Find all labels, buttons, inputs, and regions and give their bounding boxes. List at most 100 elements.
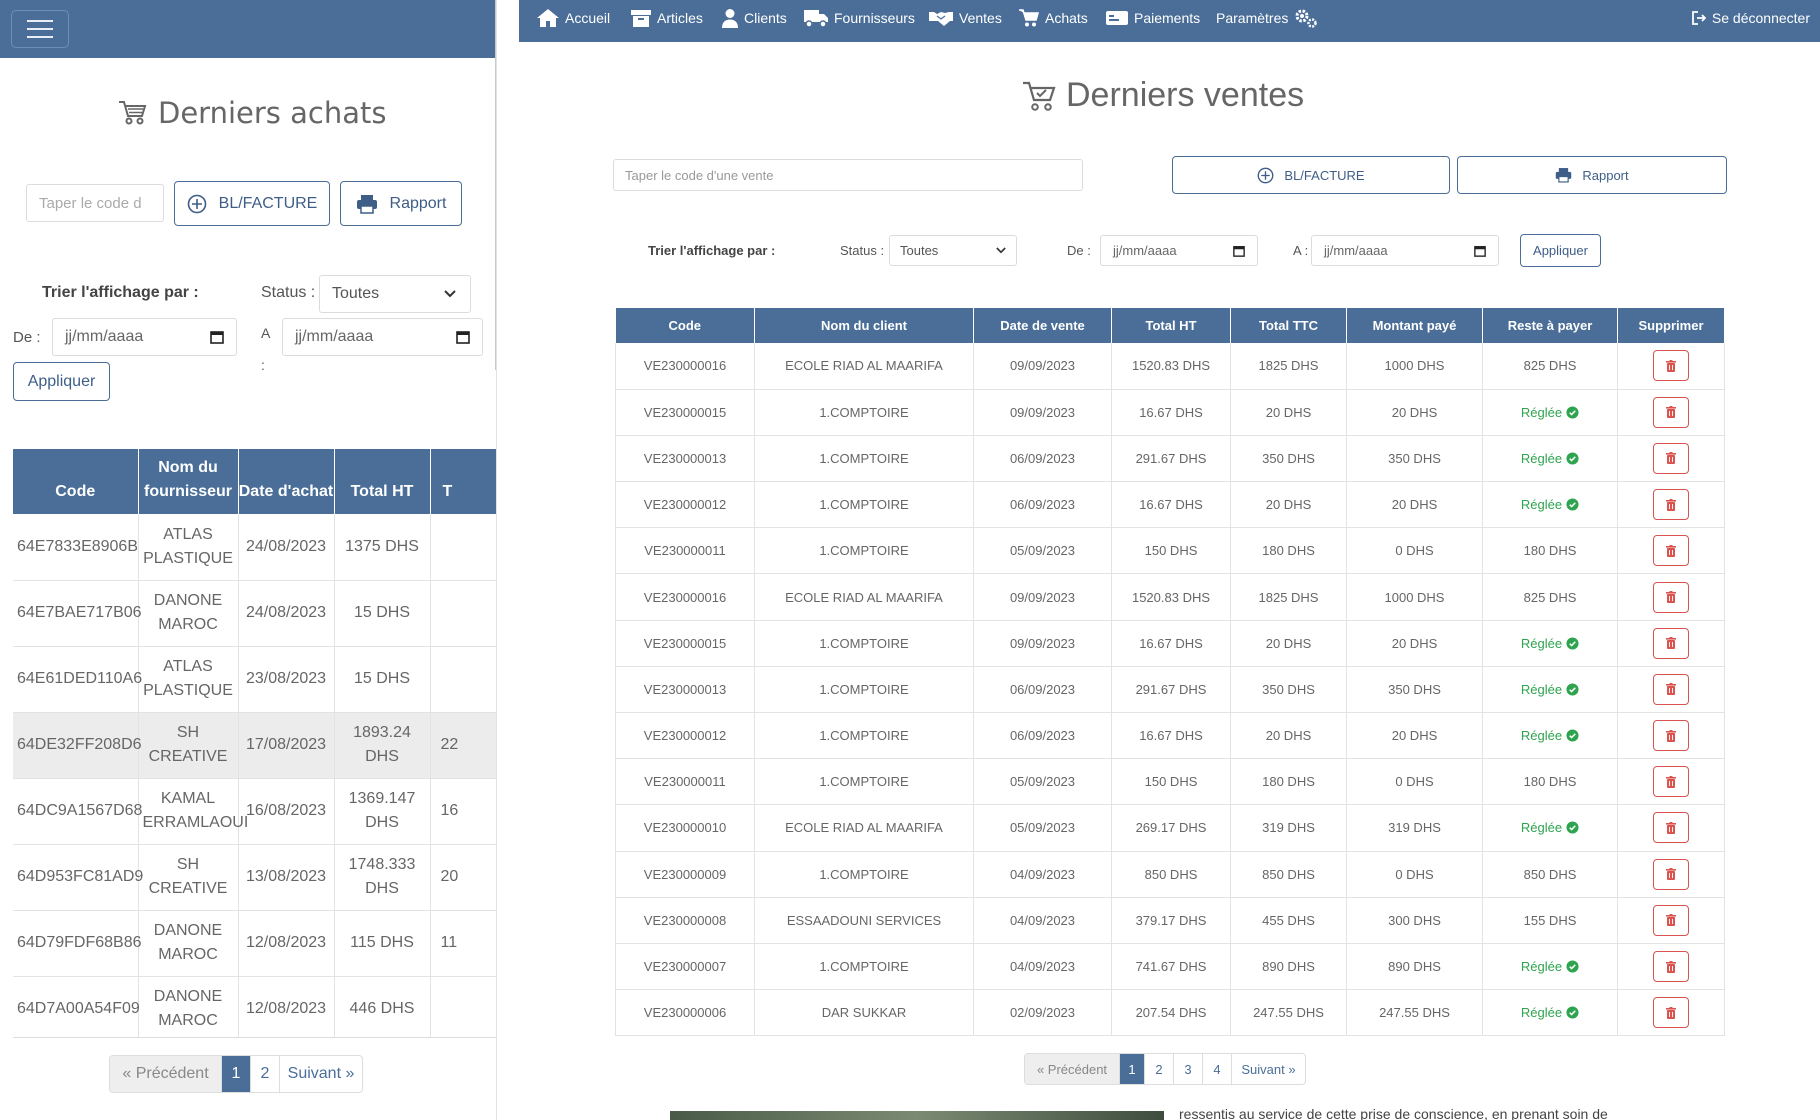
delete-button[interactable] bbox=[1653, 673, 1689, 705]
column-header[interactable]: Date d'achat bbox=[238, 449, 335, 514]
pagination-page[interactable]: 1 bbox=[222, 1056, 251, 1092]
page-title: Derniers achats bbox=[118, 96, 386, 130]
date-to-input[interactable]: jj/mm/aaaa bbox=[282, 318, 483, 356]
delete-button[interactable] bbox=[1653, 627, 1689, 659]
apply-filter-button[interactable]: Appliquer bbox=[13, 362, 110, 401]
table-row[interactable]: 64D7A00A54F09 DANONE MAROC 12/08/2023 446 D… bbox=[13, 976, 496, 1037]
date-from-input[interactable]: jj/mm/aaaa bbox=[1100, 235, 1258, 266]
table-row[interactable]: 64D953FC81AD9 SH CREATIVE 13/08/2023 1748.3… bbox=[13, 844, 496, 911]
rapport-button[interactable]: Rapport bbox=[340, 181, 462, 226]
paid-status-text: Réglée bbox=[1520, 635, 1563, 651]
table-row[interactable]: VE230000007 1.COMPTOIRE 04/09/2023 741.67 D… bbox=[615, 943, 1725, 991]
delete-button[interactable] bbox=[1653, 535, 1689, 567]
rapport-button[interactable]: Rapport bbox=[1457, 156, 1727, 194]
search-input[interactable]: Taper le code d bbox=[26, 184, 164, 222]
table-row[interactable]: VE230000006 DAR SUKKAR 02/09/2023 207.54 DH… bbox=[615, 989, 1725, 1037]
delete-button[interactable] bbox=[1653, 396, 1689, 428]
column-header[interactable]: Nom du client bbox=[754, 308, 974, 343]
remaining-cell: Réglée bbox=[1482, 389, 1618, 436]
calendar-icon[interactable] bbox=[1474, 245, 1486, 257]
delete-button[interactable] bbox=[1653, 581, 1689, 613]
column-header[interactable]: Nom du fournisseur bbox=[138, 449, 239, 514]
pagination-page[interactable]: 1 bbox=[1120, 1054, 1145, 1084]
table-row[interactable]: VE230000010 ECOLE RIAD AL MAARIFA 05/09/20… bbox=[615, 804, 1725, 852]
date-to-input[interactable]: jj/mm/aaaa bbox=[1311, 235, 1499, 266]
nav-item-ventes[interactable]: Ventes bbox=[928, 0, 1002, 36]
bl-facture-button[interactable]: BL/FACTURE bbox=[174, 181, 330, 226]
pagination-page[interactable]: 2 bbox=[251, 1056, 280, 1092]
nav-item-accueil[interactable]: Accueil bbox=[536, 0, 610, 36]
column-header[interactable]: Total HT bbox=[1111, 308, 1231, 343]
delete-button[interactable] bbox=[1653, 766, 1689, 798]
delete-button[interactable] bbox=[1653, 350, 1689, 382]
search-input[interactable]: Taper le code d'une vente bbox=[613, 159, 1083, 191]
delete-button[interactable] bbox=[1653, 858, 1689, 890]
table-row[interactable]: VE230000013 1.COMPTOIRE 06/09/2023 291.67 D… bbox=[615, 666, 1725, 714]
column-header[interactable]: Montant payé bbox=[1346, 308, 1483, 343]
table-row[interactable]: 64E61DED110A6 ATLAS PLASTIQUE 23/08/2023 15… bbox=[13, 646, 496, 713]
calendar-icon[interactable] bbox=[210, 330, 224, 344]
nav-item-fournisseurs[interactable]: Fournisseurs bbox=[803, 0, 915, 36]
pagination-page[interactable]: 2 bbox=[1145, 1054, 1174, 1084]
pagination-next[interactable]: Suivant » bbox=[1232, 1054, 1305, 1084]
table-row[interactable]: VE230000012 1.COMPTOIRE 06/09/2023 16.67 DH… bbox=[615, 712, 1725, 760]
total-ht-cell: 1893.24 DHS bbox=[334, 712, 431, 779]
trash-icon bbox=[1666, 683, 1676, 696]
apply-filter-button[interactable]: Appliquer bbox=[1520, 234, 1601, 267]
calendar-icon[interactable] bbox=[1233, 245, 1245, 257]
table-row[interactable]: VE230000008 ESSAADOUNI SERVICES 04/09/2023… bbox=[615, 897, 1725, 944]
column-header[interactable]: Total HT bbox=[334, 449, 431, 514]
status-select[interactable]: Toutes bbox=[889, 235, 1017, 266]
date-from-input[interactable]: jj/mm/aaaa bbox=[52, 318, 237, 356]
delete-button[interactable] bbox=[1653, 442, 1689, 474]
date-cell: 13/08/2023 bbox=[238, 844, 335, 911]
delete-button[interactable] bbox=[1653, 951, 1689, 983]
paid-status: Réglée bbox=[1521, 682, 1579, 697]
table-row[interactable]: VE230000011 1.COMPTOIRE 05/09/2023 150 DHS 1… bbox=[615, 527, 1725, 575]
table-row[interactable]: VE230000015 1.COMPTOIRE 09/09/2023 16.67 DH… bbox=[615, 389, 1725, 436]
table-row[interactable]: VE230000009 1.COMPTOIRE 04/09/2023 850 DHS 8… bbox=[615, 851, 1725, 898]
nav-item-parametres[interactable]: Paramètres bbox=[1216, 0, 1319, 36]
table-row[interactable]: VE230000016 ECOLE RIAD AL MAARIFA 09/09/20… bbox=[615, 573, 1725, 621]
table-row[interactable]: VE230000012 1.COMPTOIRE 06/09/2023 16.67 DH… bbox=[615, 481, 1725, 529]
table-row[interactable]: 64D79FDF68B86 DANONE MAROC 12/08/2023 115 D… bbox=[13, 910, 496, 977]
table-row[interactable]: VE230000016 ECOLE RIAD AL MAARIFA 09/09/20… bbox=[615, 343, 1725, 390]
table-row[interactable]: 64E7833E8906B ATLAS PLASTIQUE 24/08/2023 13… bbox=[13, 514, 496, 581]
column-header[interactable]: Supprimer bbox=[1617, 308, 1725, 343]
menu-toggle-button[interactable] bbox=[11, 10, 69, 48]
nav-item-achats[interactable]: Achats bbox=[1018, 0, 1088, 36]
nav-item-paiements[interactable]: Paiements bbox=[1105, 0, 1200, 36]
column-header[interactable]: T bbox=[430, 449, 496, 514]
delete-button[interactable] bbox=[1653, 720, 1689, 752]
nav-item-articles[interactable]: Articles bbox=[630, 0, 703, 36]
nav-item-clients[interactable]: Clients bbox=[721, 0, 787, 36]
column-header[interactable]: Date de vente bbox=[973, 308, 1112, 343]
column-header[interactable]: Code bbox=[615, 308, 755, 343]
table-row[interactable]: VE230000013 1.COMPTOIRE 06/09/2023 291.67 D… bbox=[615, 435, 1725, 483]
delete-button[interactable] bbox=[1653, 489, 1689, 521]
pagination-previous[interactable]: « Précédent bbox=[110, 1056, 222, 1092]
column-header[interactable]: Code bbox=[13, 449, 139, 514]
delete-button[interactable] bbox=[1653, 997, 1689, 1029]
table-row[interactable]: 64E7BAE717B06 DANONE MAROC 24/08/2023 15 DH… bbox=[13, 580, 496, 647]
scrollbar[interactable] bbox=[495, 0, 496, 370]
total-ttc-cell: 11 bbox=[430, 910, 496, 977]
column-header[interactable]: Total TTC bbox=[1230, 308, 1347, 343]
status-select[interactable]: Toutes bbox=[319, 275, 471, 313]
delete-button[interactable] bbox=[1653, 812, 1689, 844]
pagination: « Précédent 1 2 3 4 Suivant » bbox=[1024, 1053, 1306, 1085]
pagination-page[interactable]: 4 bbox=[1203, 1054, 1232, 1084]
column-header[interactable]: Reste à payer bbox=[1482, 308, 1618, 343]
table-row[interactable]: VE230000011 1.COMPTOIRE 05/09/2023 150 DHS 1… bbox=[615, 758, 1725, 806]
bl-facture-button[interactable]: BL/FACTURE bbox=[1172, 156, 1450, 194]
pagination-page[interactable]: 3 bbox=[1174, 1054, 1203, 1084]
total-ht-cell: 1748.333 DHS bbox=[334, 844, 431, 911]
delete-button[interactable] bbox=[1653, 904, 1689, 936]
table-row[interactable]: VE230000015 1.COMPTOIRE 09/09/2023 16.67 DH… bbox=[615, 620, 1725, 667]
logout-link[interactable]: Se déconnecter bbox=[1692, 0, 1810, 36]
table-row[interactable]: 64DE32FF208D6 SH CREATIVE 17/08/2023 1893.2… bbox=[13, 712, 496, 779]
pagination-previous[interactable]: « Précédent bbox=[1025, 1054, 1120, 1084]
pagination-next[interactable]: Suivant » bbox=[280, 1056, 362, 1092]
calendar-icon[interactable] bbox=[456, 330, 470, 344]
table-row[interactable]: 64DC9A1567D68 KAMAL ERRAMLAOUI 16/08/2023 1… bbox=[13, 778, 496, 845]
